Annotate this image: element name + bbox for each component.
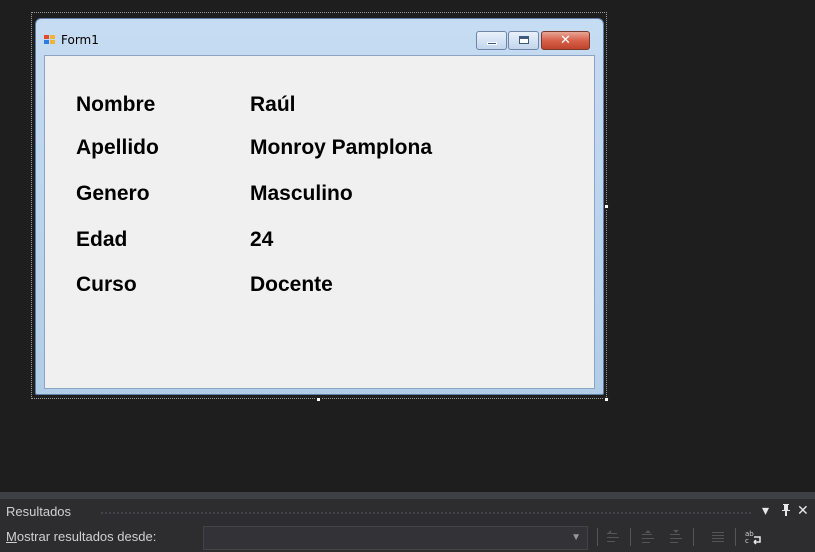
value-nombre: Raúl xyxy=(250,93,296,116)
word-wrap-icon[interactable]: ab c xyxy=(745,529,761,545)
pin-icon[interactable] xyxy=(780,503,792,521)
close-icon[interactable]: ✕ xyxy=(797,503,809,519)
show-output-from-label: Mostrar resultados desde: xyxy=(6,529,156,544)
label-nombre: Nombre xyxy=(76,93,156,116)
go-to-previous-icon[interactable] xyxy=(640,529,656,545)
label-edad: Edad xyxy=(76,228,128,251)
header-grip xyxy=(100,511,751,515)
label-curso: Curso xyxy=(76,273,137,296)
svg-text:c: c xyxy=(745,537,749,545)
mnemonic-letter: M xyxy=(6,529,17,544)
form-app-icon xyxy=(44,35,55,45)
go-to-next-icon[interactable] xyxy=(668,529,684,545)
value-edad: 24 xyxy=(250,228,274,251)
designer-surface[interactable]: Form1 ✕ Nombre Raúl Apellido Monroy Pamp… xyxy=(0,0,815,492)
minimize-button[interactable] xyxy=(476,31,507,50)
resize-handle-right[interactable] xyxy=(604,204,609,209)
label-apellido: Apellido xyxy=(76,136,159,159)
value-curso: Docente xyxy=(250,273,333,296)
value-apellido: Monroy Pamplona xyxy=(250,136,433,159)
form-title: Form1 xyxy=(61,33,99,47)
dropdown-arrow-icon[interactable]: ▾ xyxy=(762,503,769,519)
show-output-from-text: ostrar resultados desde: xyxy=(16,529,157,544)
find-previous-icon[interactable] xyxy=(605,529,621,545)
form-client-area: Nombre Raúl Apellido Monroy Pamplona Gen… xyxy=(44,55,595,389)
form-titlebar[interactable]: Form1 ✕ xyxy=(36,19,603,53)
resize-handle-bottom[interactable] xyxy=(316,397,321,402)
output-source-select[interactable]: ▼ xyxy=(203,526,588,550)
toolbar-separator xyxy=(597,528,598,546)
toolbar-separator xyxy=(630,528,631,546)
form-window[interactable]: Form1 ✕ Nombre Raúl Apellido Monroy Pamp… xyxy=(35,18,604,395)
maximize-button[interactable] xyxy=(508,31,539,50)
label-genero: Genero xyxy=(76,182,150,205)
toolbar-separator xyxy=(735,528,736,546)
results-panel-header[interactable]: Resultados ▾ ✕ xyxy=(0,499,815,523)
close-icon: ✕ xyxy=(560,33,571,48)
toolbar-separator xyxy=(693,528,694,546)
results-panel: Resultados ▾ ✕ Mostrar resultados desde:… xyxy=(0,492,815,552)
maximize-icon xyxy=(519,36,529,44)
minimize-icon xyxy=(487,42,497,45)
results-panel-title: Resultados xyxy=(6,504,72,519)
panel-splitter[interactable] xyxy=(0,492,815,499)
close-button[interactable]: ✕ xyxy=(541,31,590,50)
clear-all-icon[interactable] xyxy=(710,529,726,545)
resize-handle-corner[interactable] xyxy=(604,397,609,402)
value-genero: Masculino xyxy=(250,182,353,205)
chevron-down-icon: ▼ xyxy=(571,532,581,543)
results-toolbar: Mostrar resultados desde: ▼ ab c xyxy=(0,523,815,552)
